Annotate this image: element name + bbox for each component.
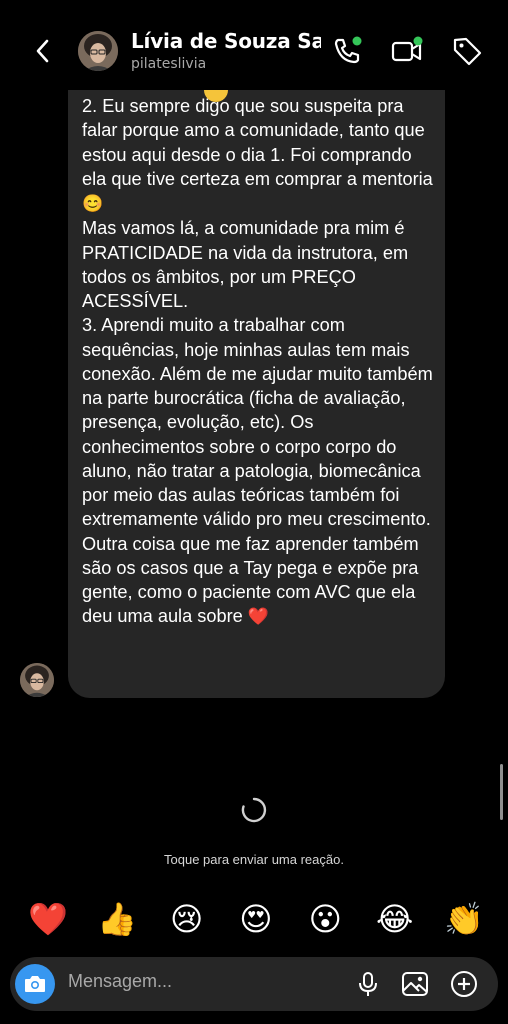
contact-name[interactable]: Lívia de Souza Sa... [131, 29, 321, 53]
more-options-button[interactable] [449, 969, 479, 999]
message-paragraph-1: 2. Eu sempre digo que sou suspeita pra f… [82, 96, 433, 213]
message-bubble[interactable]: 2. Eu sempre digo que sou suspeita pra f… [68, 60, 445, 698]
reaction-crying[interactable]: 😢 [163, 895, 211, 943]
phone-icon [334, 36, 362, 64]
microphone-icon [359, 972, 377, 996]
smile-emoji-icon: 😊 [82, 194, 104, 213]
reaction-heart[interactable]: ❤️ [24, 895, 72, 943]
camera-button[interactable] [15, 964, 55, 1004]
quick-reactions-bar: ❤️ 👍 😢 😍 😮 😂 👏 [24, 893, 488, 945]
contact-username[interactable]: pilateslivia [131, 56, 206, 72]
video-camera-icon [391, 36, 423, 62]
audio-call-button[interactable] [330, 34, 364, 68]
message-paragraph-2: Mas vamos lá, a comunidade pra mim é PRA… [82, 218, 409, 311]
loading-spinner-icon [240, 796, 268, 824]
plus-circle-icon [451, 971, 477, 997]
scrollbar[interactable] [500, 764, 503, 820]
reaction-thumbs-up[interactable]: 👍 [93, 895, 141, 943]
reaction-hint-text: Toque para enviar uma reação. [164, 852, 344, 867]
message-input[interactable] [68, 971, 348, 992]
back-button[interactable] [30, 36, 58, 66]
tag-icon [453, 37, 482, 66]
gallery-button[interactable] [400, 969, 430, 999]
voice-message-button[interactable] [353, 969, 383, 999]
contact-avatar[interactable] [78, 31, 118, 71]
camera-icon [25, 976, 45, 992]
tag-button[interactable] [450, 34, 484, 68]
reaction-heart-eyes[interactable]: 😍 [232, 895, 280, 943]
reaction-clapping[interactable]: 👏 [440, 895, 488, 943]
video-call-button[interactable] [390, 34, 424, 68]
message-composer [10, 957, 498, 1011]
chevron-left-icon [36, 39, 49, 63]
sender-avatar[interactable] [20, 663, 54, 697]
gallery-icon [402, 972, 428, 996]
message-paragraph-3: 3. Aprendi muito a trabalhar com sequênc… [82, 315, 433, 627]
reaction-surprised[interactable]: 😮 [301, 895, 349, 943]
chat-header: Lívia de Souza Sa... pilateslivia [0, 0, 508, 90]
heart-emoji-icon: ❤️ [247, 607, 270, 627]
reaction-laughing[interactable]: 😂 [371, 895, 419, 943]
